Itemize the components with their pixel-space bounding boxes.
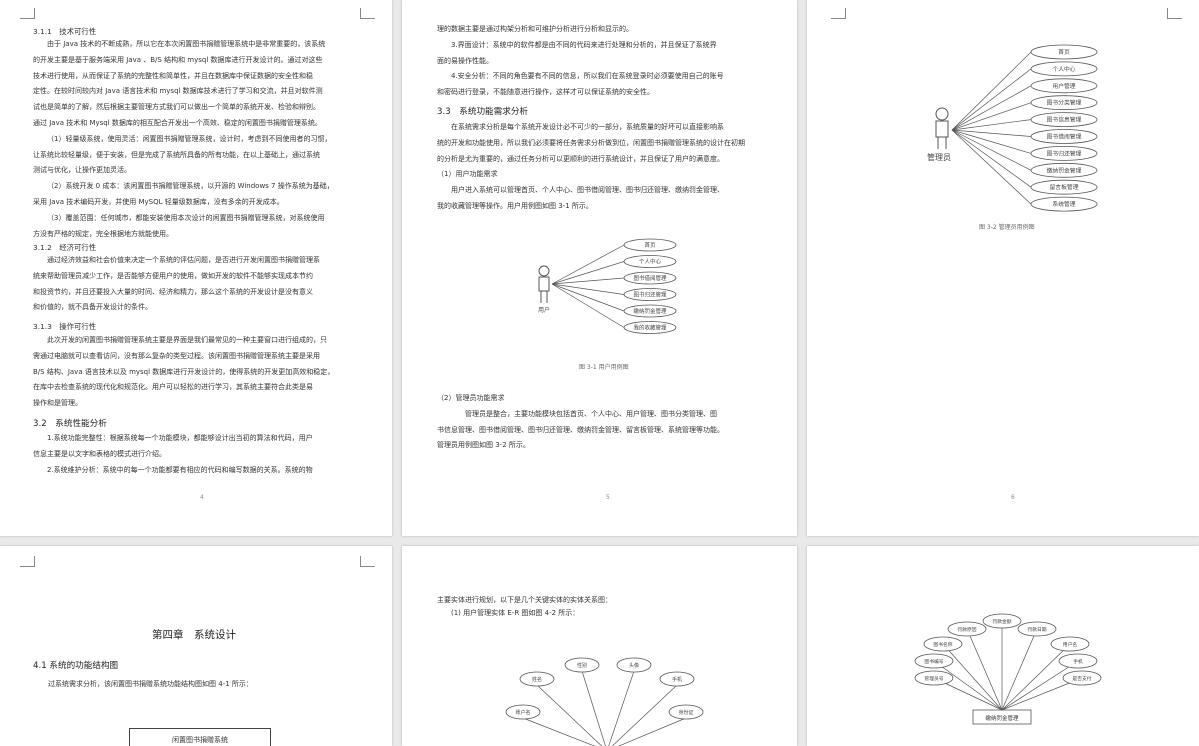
er-attribute-label: 身份证 [678,709,693,716]
er-link [536,684,603,746]
paragraph: 由于 Java 技术的不断成熟，所以它在本次闲置图书捐赠管理系统中是非常重要的，… [33,40,334,238]
use-case-link [951,85,1032,131]
use-case-link [551,283,625,312]
use-case-label: 图书分类管理 [1047,99,1082,107]
section-heading: 3.1.2 经济可行性 [33,243,97,252]
paragraph: （2）管理员功能需求 管理员是整合，主要功能模块包括首页、个人中心、用户管理、图… [437,394,724,450]
user-use-case-diagram: 用户 首页个人中心图书借阅管理图书归还管理缴纳罚金管理我的收藏管理 [538,238,677,334]
actor-figure [538,265,550,303]
section-heading: 3.1.3 操作可行性 [33,322,97,331]
use-case-label: 留言板管理 [1050,183,1079,191]
er-attribute-label: 性别 [577,662,587,669]
er-link [966,628,1003,711]
er-attribute-label: 账户名 [515,709,530,716]
use-case-label: 我的收藏管理 [633,324,667,332]
use-case-label: 图书借阅管理 [1047,133,1082,141]
er-attribute-label: 图书编号 [924,658,943,665]
document-page-6: 管理员 首页个人中心用户管理图书分类管理 图书信息管理 图书借阅管理 图书归还管理 缴纳… [807,0,1199,536]
admin-use-case-diagram: 管理员 首页个人中心用户管理图书分类管理图书信息管理图书借阅管理图书归还管理缴纳… [927,44,1098,212]
document-page-7: 第四章 系统设计 4.1 系统的功能结构图 过系统需求分析，该闲置图书捐赠系统功… [0,546,392,746]
use-case-link [951,129,1032,205]
er-attribute-label: 手机 [1073,658,1083,665]
er-link [1001,643,1071,711]
er-attribute-label: 用户名 [1063,641,1078,648]
use-case-link [951,51,1032,131]
use-case-label: 首页 [1058,48,1070,56]
use-case-link [951,102,1032,131]
use-case-label: 缴纳罚金管理 [633,307,667,315]
use-case-link [551,244,625,285]
document-page-5: 理的数据主要是通过构架分析和可维护分析进行分析和显示的。 3.界面设计：系统中的… [402,0,797,536]
page-number: 5 [606,494,610,501]
actor-label: 管理员 [927,152,951,162]
use-case-label: 图书归还管理 [633,291,667,299]
document-page-9: 罚款金额罚款原因 罚款日期图书名称 用户名图书编号 手机管理员号 是否支付 缴纳罚金管理 [807,546,1199,746]
page-number: 4 [200,494,204,501]
er-entity-label: 缴纳罚金管理 [985,714,1019,722]
use-case-label: 个人中心 [639,258,662,266]
use-case-label: 缴纳罚金管理 [1047,166,1082,174]
section-heading: 3.2 系统性能分析 [33,419,107,429]
use-case-label: 用户管理 [1052,82,1075,90]
actor-label: 用户 [538,306,550,314]
er-attribute-label: 管理员号 [924,675,943,682]
use-case-link [551,283,625,328]
use-case-link [551,283,625,295]
er-attribute-label: 手机 [672,676,682,683]
paragraph: 此次开发的闲置图书捐赠管理系统主要是界面是我们最常见的一种主要窗口进行组成的，只… [33,336,335,408]
use-case-label: 图书借阅管理 [633,274,667,282]
er-attribute-label: 头像 [629,662,639,669]
use-case-label: 首页 [644,241,656,249]
er-attribute-label: 罚款金额 [992,618,1011,625]
chapter-title: 第四章 系统设计 [152,629,236,641]
figure-caption: 图 3-2 管理员用例图 [979,224,1035,231]
er-link [522,717,596,746]
use-case-label: 图书信息管理 [1047,116,1082,124]
use-case-label: 个人中心 [1052,65,1075,73]
use-case-label: 图书归还管理 [1047,149,1082,157]
er-attribute-label: 姓名 [532,676,542,683]
er-link [611,684,678,746]
er-attribute-label: 图书名称 [933,641,952,648]
er-attribute-label: 罚款日期 [1027,626,1046,633]
actor-figure [935,107,949,149]
section-heading: 3.1.1 技术可行性 [33,27,97,36]
crop-mark [360,8,375,19]
paragraph: 1.系统功能完整性：根据系统每一个功能模块，都能够设计出当初的算法和代码，用户 … [33,434,313,474]
use-case-label: 系统管理 [1052,200,1075,208]
section-heading: 4.1 系统的功能结构图 [33,661,119,671]
crop-mark [360,556,375,567]
er-attribute-label: 是否支付 [1072,675,1091,682]
er-link [933,660,1003,711]
crop-mark [20,556,35,567]
document-page-4: 3.1.1 技术可行性 由于 Java 技术的不断成熟，所以它在本次闲置图书捐赠… [0,0,392,536]
structure-root-box: 闲置图书捐赠系统 [129,728,271,746]
paragraph: 过系统需求分析，该闲置图书捐赠系统功能结构图如图 4-1 所示： [48,680,253,688]
figure-caption: 图 3-1 用户用例图 [579,364,629,371]
er-link [618,717,687,746]
use-case-link [951,129,1032,188]
page-number: 6 [1011,494,1015,501]
user-er-diagram: 姓名 性别 头像手机账户名 身份证 [505,657,704,746]
er-link [608,670,635,746]
er-link [581,670,606,746]
er-link [1001,660,1079,711]
paragraph: 通过经济效益和社会价值来决定一个系统的评估问题，是否进行开发闲置图书捐赠管理系 … [33,256,320,312]
fine-er-diagram: 罚款金额罚款原因 罚款日期图书名称 用户名图书编号 手机管理员号 是否支付 缴纳罚金管理 [914,613,1102,725]
er-attribute-label: 罚款原因 [957,626,976,633]
use-case-link [551,277,625,285]
crop-mark [20,8,35,19]
document-page-8: 主要实体进行规划，以下是几个关键实体的实体关系图： (1) 用户管理实体 E-R… [402,546,797,746]
